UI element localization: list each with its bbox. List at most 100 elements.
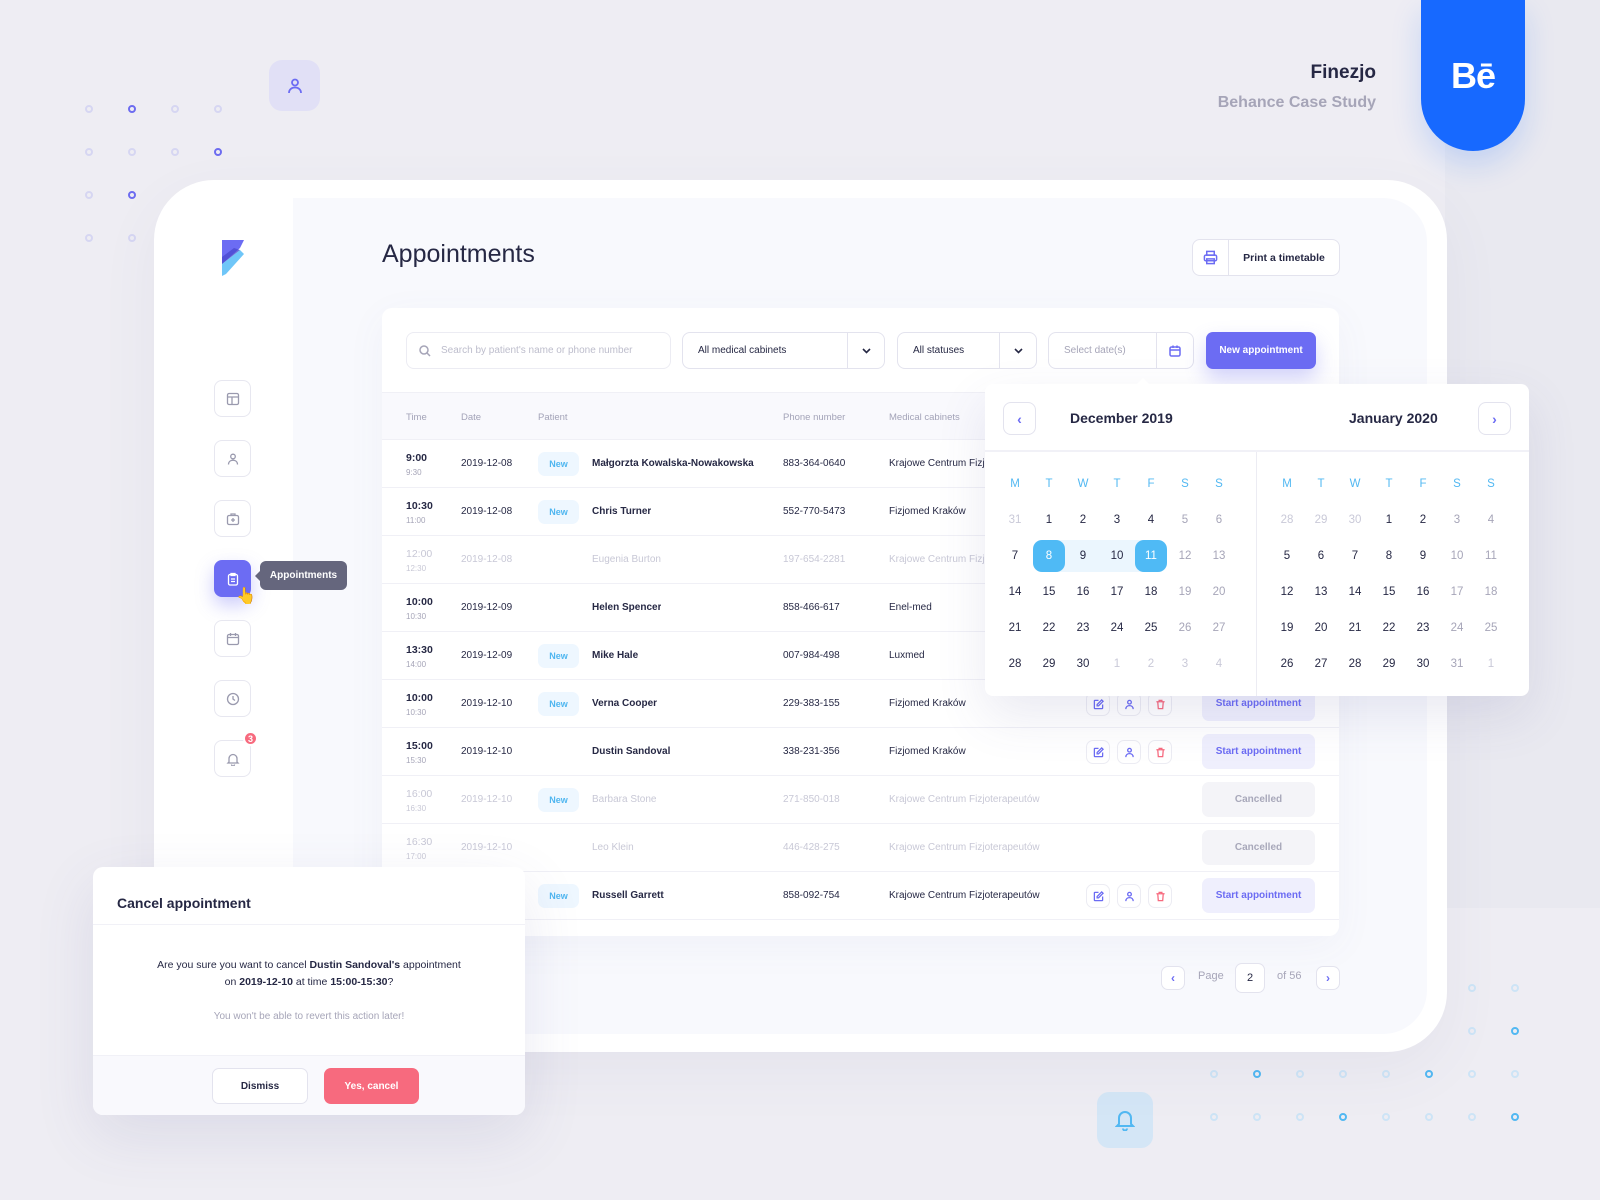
- calendar-day[interactable]: 3: [1168, 658, 1202, 670]
- calendar-day[interactable]: 29: [1372, 658, 1406, 670]
- patient-name[interactable]: Leo Klein: [592, 842, 634, 853]
- calendar-prev-button[interactable]: ‹: [1003, 402, 1036, 435]
- calendar-day[interactable]: 24: [1100, 622, 1134, 634]
- calendar-day[interactable]: 17: [1440, 586, 1474, 598]
- page-number-input[interactable]: 2: [1235, 963, 1265, 993]
- calendar-day[interactable]: 16: [1406, 586, 1440, 598]
- calendar-day[interactable]: 15: [1032, 586, 1066, 598]
- edit-button[interactable]: [1086, 884, 1110, 908]
- calendar-day[interactable]: 26: [1168, 622, 1202, 634]
- calendar-day[interactable]: 27: [1202, 622, 1236, 634]
- patient-name[interactable]: Barbara Stone: [592, 794, 657, 805]
- calendar-day[interactable]: 16: [1066, 586, 1100, 598]
- calendar-day[interactable]: 23: [1066, 622, 1100, 634]
- calendar-day[interactable]: 13: [1304, 586, 1338, 598]
- patient-profile-button[interactable]: [1117, 740, 1141, 764]
- calendar-day[interactable]: 3: [1440, 514, 1474, 526]
- calendar-day[interactable]: 3: [1100, 514, 1134, 526]
- calendar-day[interactable]: 19: [1168, 586, 1202, 598]
- calendar-day[interactable]: 8: [1372, 550, 1406, 562]
- calendar-day[interactable]: 2: [1406, 514, 1440, 526]
- patient-name[interactable]: Mike Hale: [592, 650, 638, 661]
- sidebar-item-medical[interactable]: [214, 500, 251, 537]
- header-date[interactable]: Date: [461, 412, 481, 423]
- date-select[interactable]: Select date(s): [1048, 332, 1194, 369]
- delete-button[interactable]: [1148, 884, 1172, 908]
- calendar-day[interactable]: 21: [1338, 622, 1372, 634]
- calendar-day[interactable]: 15: [1372, 586, 1406, 598]
- calendar-day[interactable]: 12: [1270, 586, 1304, 598]
- header-cabinet[interactable]: Medical cabinets: [889, 412, 960, 423]
- calendar-day[interactable]: 25: [1474, 622, 1508, 634]
- patient-name[interactable]: Eugenia Burton: [592, 554, 661, 565]
- calendar-day[interactable]: 29: [1032, 658, 1066, 670]
- sidebar-item-history[interactable]: [214, 680, 251, 717]
- calendar-day[interactable]: 31: [1440, 658, 1474, 670]
- start-appointment-button[interactable]: Start appointment: [1202, 734, 1315, 769]
- calendar-day[interactable]: 18: [1474, 586, 1508, 598]
- calendar-day[interactable]: 9: [1066, 550, 1100, 562]
- calendar-day[interactable]: 17: [1100, 586, 1134, 598]
- calendar-day[interactable]: 20: [1202, 586, 1236, 598]
- calendar-day[interactable]: 7: [998, 550, 1032, 562]
- patient-name[interactable]: Russell Garrett: [592, 890, 664, 901]
- calendar-day[interactable]: 1: [1032, 514, 1066, 526]
- calendar-day[interactable]: 12: [1168, 550, 1202, 562]
- sidebar-item-calendar[interactable]: [214, 620, 251, 657]
- search-input[interactable]: Search by patient's name or phone number: [406, 332, 671, 369]
- sidebar-item-notifications[interactable]: [214, 740, 251, 777]
- calendar-day[interactable]: 30: [1066, 658, 1100, 670]
- next-page-button[interactable]: ›: [1316, 966, 1340, 990]
- calendar-day[interactable]: 11: [1474, 550, 1508, 562]
- calendar-day[interactable]: 9: [1406, 550, 1440, 562]
- prev-page-button[interactable]: ‹: [1161, 966, 1185, 990]
- calendar-day[interactable]: 28: [1270, 514, 1304, 526]
- calendar-day[interactable]: 19: [1270, 622, 1304, 634]
- calendar-day[interactable]: 7: [1338, 550, 1372, 562]
- calendar-day[interactable]: 8: [1032, 550, 1066, 562]
- calendar-day[interactable]: 22: [1372, 622, 1406, 634]
- calendar-day[interactable]: 27: [1304, 658, 1338, 670]
- calendar-day[interactable]: 20: [1304, 622, 1338, 634]
- confirm-cancel-button[interactable]: Yes, cancel: [324, 1068, 419, 1104]
- calendar-day[interactable]: 1: [1372, 514, 1406, 526]
- calendar-day[interactable]: 29: [1304, 514, 1338, 526]
- table-row[interactable]: 16:00 16:30 2019-12-10 New Barbara Stone 271-…: [382, 776, 1339, 824]
- calendar-day[interactable]: 23: [1406, 622, 1440, 634]
- calendar-day[interactable]: 5: [1270, 550, 1304, 562]
- calendar-day[interactable]: 30: [1406, 658, 1440, 670]
- cabinets-select[interactable]: All medical cabinets: [682, 332, 885, 369]
- delete-button[interactable]: [1148, 740, 1172, 764]
- status-select[interactable]: All statuses: [897, 332, 1037, 369]
- calendar-day[interactable]: 4: [1134, 514, 1168, 526]
- patient-name[interactable]: Chris Turner: [592, 506, 651, 517]
- table-row[interactable]: 16:30 17:00 2019-12-10 Leo Klein 446-428-275…: [382, 824, 1339, 872]
- calendar-next-button[interactable]: ›: [1478, 402, 1511, 435]
- calendar-day[interactable]: 18: [1134, 586, 1168, 598]
- calendar-day[interactable]: 22: [1032, 622, 1066, 634]
- print-timetable-button[interactable]: Print a timetable: [1192, 239, 1340, 276]
- calendar-day[interactable]: 1: [1100, 658, 1134, 670]
- new-appointment-button[interactable]: New appointment: [1206, 332, 1316, 369]
- patient-name[interactable]: Małgorzta Kowalska-Nowakowska: [592, 458, 754, 469]
- calendar-day[interactable]: 14: [1338, 586, 1372, 598]
- calendar-day[interactable]: 30: [1338, 514, 1372, 526]
- edit-button[interactable]: [1086, 740, 1110, 764]
- dismiss-button[interactable]: Dismiss: [212, 1068, 308, 1104]
- header-patient[interactable]: Patient: [538, 412, 568, 423]
- calendar-day[interactable]: 1: [1474, 658, 1508, 670]
- calendar-day[interactable]: 2: [1134, 658, 1168, 670]
- calendar-day[interactable]: 4: [1474, 514, 1508, 526]
- calendar-day[interactable]: 24: [1440, 622, 1474, 634]
- calendar-day[interactable]: 10: [1100, 550, 1134, 562]
- calendar-day[interactable]: 31: [998, 514, 1032, 526]
- sidebar-item-dashboard[interactable]: [214, 380, 251, 417]
- patient-name[interactable]: Helen Spencer: [592, 602, 661, 613]
- calendar-day[interactable]: 6: [1304, 550, 1338, 562]
- start-appointment-button[interactable]: Start appointment: [1202, 878, 1315, 913]
- calendar-day[interactable]: 25: [1134, 622, 1168, 634]
- sidebar-item-patients[interactable]: [214, 440, 251, 477]
- calendar-day[interactable]: 26: [1270, 658, 1304, 670]
- calendar-day[interactable]: 6: [1202, 514, 1236, 526]
- calendar-day[interactable]: 5: [1168, 514, 1202, 526]
